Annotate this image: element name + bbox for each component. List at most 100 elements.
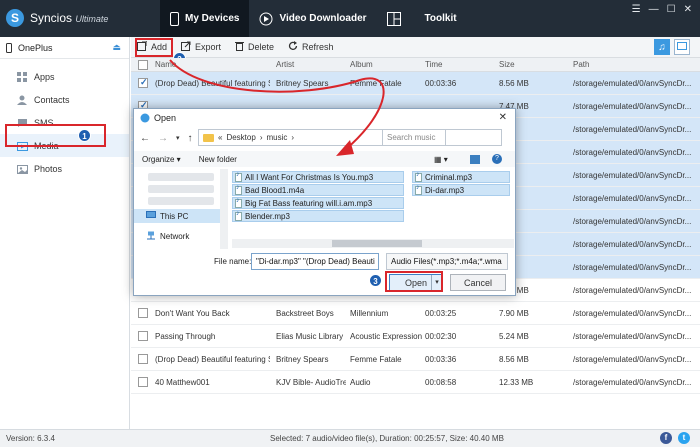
file-name: Blender.mp3 [245, 211, 290, 221]
scrollbar-thumb[interactable] [332, 240, 422, 247]
cell-name: (Drop Dead) Beautiful featuring S... [155, 355, 270, 364]
help-icon[interactable]: ? [492, 154, 502, 164]
col-album[interactable]: Album [350, 60, 373, 69]
delete-button[interactable]: Delete [235, 41, 274, 53]
version-text: Version: 6.3.4 [6, 434, 55, 443]
nav-label: Network [160, 231, 190, 241]
forward-arrow-icon[interactable]: → [158, 133, 168, 144]
col-name[interactable]: Name [155, 60, 176, 69]
blurred-item [148, 173, 214, 181]
table-row[interactable]: Passing Through Elias Music Library Acoust… [131, 325, 700, 348]
table-row[interactable]: Don't Want You Back Backstreet Boys Millen… [131, 302, 700, 325]
file-item[interactable]: Big Fat Bass featuring will.i.am.mp3 [232, 197, 404, 209]
minimize-icon[interactable]: — [649, 4, 659, 15]
cell-time: 00:03:36 [425, 355, 457, 364]
table-row[interactable]: (Drop Dead) Beautiful featuring S... Brit… [131, 72, 700, 95]
preview-pane-icon[interactable] [470, 154, 480, 164]
file-list-scrollbar[interactable] [232, 239, 514, 248]
file-item[interactable]: All I Want For Christmas Is You.mp3 [232, 171, 404, 183]
row-checkbox[interactable] [138, 354, 148, 364]
selection-summary: Selected: 7 audio/video file(s), Duratio… [270, 434, 504, 443]
tab-video-downloader[interactable]: Video Downloader [249, 0, 376, 37]
filename-input[interactable]: "Di-dar.mp3" "(Drop Dead) Beauti [251, 253, 379, 270]
dialog-close-icon[interactable]: ✕ [499, 112, 507, 123]
row-checkbox[interactable] [138, 77, 148, 88]
cell-size: 8.56 MB [499, 79, 529, 88]
organize-button[interactable]: Organize ▾ [142, 155, 181, 164]
cell-time: 00:02:30 [425, 332, 457, 341]
dropdown-chevron-icon[interactable]: ▾ [176, 134, 180, 142]
tab-my-devices[interactable]: My Devices [160, 0, 250, 37]
eject-icon[interactable]: ⏏ [112, 42, 121, 53]
cell-name: 40 Matthew001 [155, 378, 210, 387]
table-row[interactable]: 40 Matthew001 KJV Bible- AudioTrea... Audi… [131, 371, 700, 394]
cancel-button[interactable]: Cancel [450, 274, 506, 291]
menu-icon[interactable]: ☰ [632, 4, 641, 15]
view-options-icon[interactable]: ▦ ▾ [434, 155, 448, 164]
cell-album: Audio [350, 378, 371, 387]
back-arrow-icon[interactable]: ← [140, 133, 150, 144]
file-name: Bad Blood1.m4a [245, 185, 305, 195]
col-artist[interactable]: Artist [276, 60, 294, 69]
app-edition: Ultimate [75, 14, 109, 24]
col-time[interactable]: Time [425, 60, 442, 69]
file-item[interactable]: Di-dar.mp3 [412, 184, 510, 196]
export-label: Export [195, 42, 222, 52]
refresh-label: Refresh [302, 42, 334, 52]
file-item[interactable]: Bad Blood1.m4a [232, 184, 404, 196]
path-music[interactable]: music [266, 133, 287, 142]
tab-toolkit[interactable]: Toolkit [377, 0, 467, 37]
facebook-icon[interactable]: f [660, 432, 672, 444]
file-item[interactable]: Criminal.mp3 [412, 171, 510, 183]
refresh-button[interactable]: Refresh [288, 41, 334, 53]
search-input[interactable]: Search music [382, 129, 502, 146]
audio-file-icon [235, 172, 242, 182]
audio-file-icon [415, 172, 422, 182]
sidebar-item-apps[interactable]: Apps [0, 65, 129, 88]
cell-album: Femme Fatale [350, 79, 402, 88]
file-list: All I Want For Christmas Is You.mp3 Bad … [232, 171, 514, 239]
cell-size: 12.33 MB [499, 378, 534, 387]
twitter-icon[interactable]: t [678, 432, 690, 444]
select-all-checkbox[interactable] [138, 60, 148, 70]
row-checkbox[interactable] [138, 377, 148, 387]
file-item[interactable]: Blender.mp3 [232, 210, 404, 222]
path-separator: › [291, 133, 295, 142]
music-view-button[interactable]: ♫ [654, 39, 670, 55]
cell-path: /storage/emulated/0/anvSyncDr... [573, 171, 692, 180]
row-checkbox[interactable] [138, 331, 148, 341]
sidebar-item-label: Apps [34, 71, 55, 82]
app-title: Syncios Ultimate [30, 11, 108, 25]
up-arrow-icon[interactable]: ↑ [188, 133, 193, 144]
nav-this-pc[interactable]: This PC [134, 209, 228, 223]
device-icon [6, 42, 12, 53]
export-icon [181, 41, 191, 53]
dialog-app-icon [140, 113, 150, 123]
step-badge-3: 3 [369, 274, 382, 287]
tab-label: Video Downloader [279, 13, 367, 24]
path-desktop[interactable]: Desktop [226, 133, 255, 142]
export-button[interactable]: Export [181, 41, 221, 53]
audio-file-icon [235, 185, 242, 195]
cell-album: Acoustic Expressions... [350, 332, 422, 341]
maximize-icon[interactable]: ☐ [667, 4, 676, 15]
file-name: All I Want For Christmas Is You.mp3 [245, 172, 374, 182]
open-highlight-box [385, 271, 443, 292]
video-view-button[interactable] [674, 39, 690, 55]
sidebar-item-contacts[interactable]: Contacts [0, 88, 129, 111]
table-row[interactable]: (Drop Dead) Beautiful featuring S... Brit… [131, 348, 700, 371]
sidebar-item-photos[interactable]: Photos [0, 157, 129, 180]
file-name: Criminal.mp3 [425, 172, 473, 182]
close-icon[interactable]: ✕ [684, 4, 692, 15]
cell-size: 7.90 MB [499, 309, 529, 318]
col-size[interactable]: Size [499, 60, 515, 69]
nav-network[interactable]: Network [134, 229, 228, 243]
col-path[interactable]: Path [573, 60, 589, 69]
path-separator: › [259, 133, 263, 142]
nav-pane-scrollbar[interactable] [220, 169, 228, 249]
row-checkbox[interactable] [138, 308, 148, 318]
folder-icon [203, 133, 214, 142]
device-selector[interactable]: OnePlus ⏏ [0, 37, 129, 59]
file-type-select[interactable]: Audio Files(*.mp3;*.m4a;*.wma [386, 253, 508, 270]
new-folder-button[interactable]: New folder [199, 155, 237, 164]
